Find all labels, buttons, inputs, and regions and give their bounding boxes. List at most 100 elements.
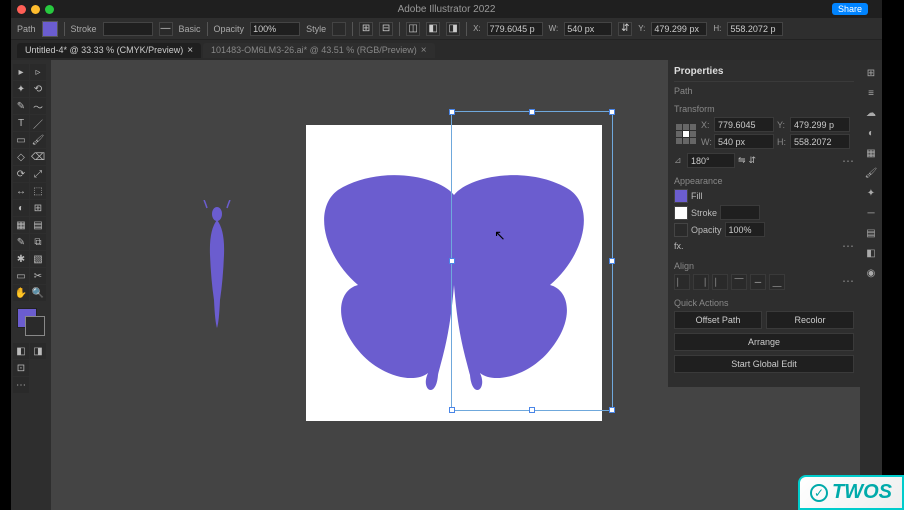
align-bottom-button[interactable]: ⎽ bbox=[769, 274, 785, 290]
transform-w-input[interactable] bbox=[564, 22, 612, 36]
flip-v-button[interactable]: ⇵ bbox=[749, 155, 757, 166]
align-button-2[interactable]: ⊟ bbox=[379, 22, 393, 36]
free-transform-tool[interactable]: ⬚ bbox=[30, 183, 46, 199]
pasteboard-shape-body[interactable] bbox=[201, 200, 233, 330]
transparency-panel-icon[interactable]: ◧ bbox=[864, 246, 878, 260]
scale-tool[interactable]: ⤢ bbox=[30, 166, 46, 182]
opacity-icon[interactable] bbox=[674, 223, 688, 237]
document-tab-2[interactable]: 101483-OM6LM3-26.ai* @ 43.51 % (RGB/Prev… bbox=[203, 43, 435, 58]
gradient-panel-icon[interactable]: ▤ bbox=[864, 226, 878, 240]
selection-handle[interactable] bbox=[609, 109, 615, 115]
share-button[interactable]: Share bbox=[832, 3, 868, 15]
pathfinder-button-2[interactable]: ◧ bbox=[426, 22, 440, 36]
curvature-tool[interactable]: ～ bbox=[30, 98, 46, 114]
selection-handle[interactable] bbox=[609, 258, 615, 264]
align-vcenter-button[interactable]: ─ bbox=[750, 274, 766, 290]
color-mode-icon[interactable]: ◧ bbox=[13, 343, 29, 359]
width-tool[interactable]: ↔ bbox=[13, 183, 29, 199]
document-tab-1[interactable]: Untitled-4* @ 33.33 % (CMYK/Preview) × bbox=[17, 43, 201, 58]
align-top-button[interactable]: ⎺ bbox=[731, 274, 747, 290]
fill-swatch-panel[interactable] bbox=[674, 189, 688, 203]
edit-toolbar-icon[interactable]: ⋯ bbox=[13, 377, 29, 393]
offset-path-button[interactable]: Offset Path bbox=[674, 311, 762, 329]
zoom-tool[interactable]: 🔍 bbox=[30, 285, 46, 301]
layers-icon[interactable]: ≡ bbox=[864, 86, 878, 100]
selection-handle[interactable] bbox=[449, 258, 455, 264]
pen-tool[interactable]: ✎ bbox=[13, 98, 29, 114]
eraser-tool[interactable]: ⌫ bbox=[30, 149, 46, 165]
flip-h-button[interactable]: ⇋ bbox=[738, 155, 746, 166]
type-tool[interactable]: T bbox=[13, 115, 29, 131]
align-left-button[interactable]: ⎸ bbox=[674, 274, 690, 290]
recolor-button[interactable]: Recolor bbox=[766, 311, 854, 329]
rectangle-tool[interactable]: ▭ bbox=[13, 132, 29, 148]
perspective-tool[interactable]: ⊞ bbox=[30, 200, 46, 216]
magic-wand-tool[interactable]: ✦ bbox=[13, 81, 29, 97]
stroke-profile-dropdown[interactable]: — bbox=[159, 22, 173, 36]
align-right-button[interactable]: ⎸ bbox=[712, 274, 728, 290]
prop-h-input[interactable] bbox=[790, 134, 850, 149]
fill-swatch[interactable] bbox=[42, 21, 58, 37]
libraries-icon[interactable]: ☁ bbox=[864, 106, 878, 120]
graph-tool[interactable]: ▧ bbox=[30, 251, 46, 267]
align-button-1[interactable]: ⊞ bbox=[359, 22, 373, 36]
more-icon[interactable]: ⋯ bbox=[842, 239, 854, 253]
more-icon[interactable]: ⋯ bbox=[842, 274, 854, 290]
appearance-panel-icon[interactable]: ◉ bbox=[864, 266, 878, 280]
selection-handle[interactable] bbox=[449, 109, 455, 115]
fill-stroke-colors[interactable] bbox=[17, 308, 45, 336]
selection-handle[interactable] bbox=[449, 407, 455, 413]
stroke-width-prop-input[interactable] bbox=[720, 205, 760, 220]
style-button[interactable] bbox=[332, 22, 346, 36]
stroke-color-swatch[interactable] bbox=[25, 316, 45, 336]
fx-label[interactable]: fx. bbox=[674, 241, 684, 251]
stroke-panel-icon[interactable]: ─ bbox=[864, 206, 878, 220]
selection-handle[interactable] bbox=[529, 109, 535, 115]
arrange-button[interactable]: Arrange bbox=[674, 333, 854, 351]
selection-handle[interactable] bbox=[609, 407, 615, 413]
prop-x-input[interactable] bbox=[714, 117, 774, 132]
selection-tool[interactable]: ▸ bbox=[13, 64, 29, 80]
constrain-icon[interactable]: ⇵ bbox=[618, 22, 632, 36]
gradient-mode-icon[interactable]: ◨ bbox=[30, 343, 46, 359]
lasso-tool[interactable]: ⟲ bbox=[30, 81, 46, 97]
eyedropper-tool[interactable]: ✎ bbox=[13, 234, 29, 250]
color-icon[interactable]: ◐ bbox=[864, 126, 878, 140]
close-window-button[interactable] bbox=[17, 5, 26, 14]
hand-tool[interactable]: ✋ bbox=[13, 285, 29, 301]
opacity-input[interactable] bbox=[250, 22, 300, 36]
prop-w-input[interactable] bbox=[714, 134, 774, 149]
reference-point-widget[interactable] bbox=[674, 122, 698, 146]
symbols-icon[interactable]: ✦ bbox=[864, 186, 878, 200]
prop-y-input[interactable] bbox=[790, 117, 850, 132]
shaper-tool[interactable]: ◇ bbox=[13, 149, 29, 165]
close-tab-icon[interactable]: × bbox=[187, 45, 193, 56]
shape-builder-tool[interactable]: ◐ bbox=[13, 200, 29, 216]
line-tool[interactable]: ／ bbox=[30, 115, 46, 131]
brushes-icon[interactable]: 🖌 bbox=[864, 166, 878, 180]
stroke-swatch-panel[interactable] bbox=[674, 206, 688, 220]
slice-tool[interactable]: ✂ bbox=[30, 268, 46, 284]
direct-selection-tool[interactable]: ▹ bbox=[30, 64, 46, 80]
prop-angle-input[interactable] bbox=[687, 153, 735, 168]
transform-h-input[interactable] bbox=[727, 22, 783, 36]
stroke-width-input[interactable] bbox=[103, 22, 153, 36]
swatches-icon[interactable]: ▦ bbox=[864, 146, 878, 160]
screen-mode-icon[interactable]: ⊡ bbox=[13, 360, 29, 376]
align-hcenter-button[interactable]: ⎹ bbox=[693, 274, 709, 290]
artboard-tool[interactable]: ▭ bbox=[13, 268, 29, 284]
mesh-tool[interactable]: ▦ bbox=[13, 217, 29, 233]
transform-x-input[interactable] bbox=[487, 22, 543, 36]
rotate-tool[interactable]: ⟳ bbox=[13, 166, 29, 182]
close-tab-icon[interactable]: × bbox=[421, 45, 427, 56]
gradient-tool[interactable]: ▤ bbox=[30, 217, 46, 233]
properties-icon[interactable]: ⊞ bbox=[864, 66, 878, 80]
more-icon[interactable]: ⋯ bbox=[842, 154, 854, 168]
minimize-window-button[interactable] bbox=[31, 5, 40, 14]
pathfinder-button-3[interactable]: ◨ bbox=[446, 22, 460, 36]
start-global-edit-button[interactable]: Start Global Edit bbox=[674, 355, 854, 373]
opacity-prop-input[interactable] bbox=[725, 222, 765, 237]
transform-y-input[interactable] bbox=[651, 22, 707, 36]
pathfinder-button-1[interactable]: ◫ bbox=[406, 22, 420, 36]
fullscreen-window-button[interactable] bbox=[45, 5, 54, 14]
